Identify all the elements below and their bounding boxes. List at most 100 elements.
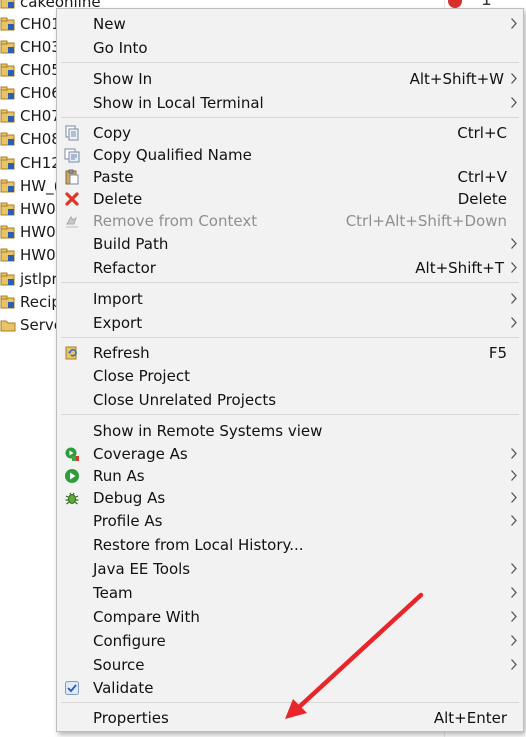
menu-item-refresh[interactable]: Refresh F5 <box>57 341 523 365</box>
tree-item-label: CH01 <box>20 15 61 33</box>
menu-item-export[interactable]: Export <box>57 311 523 335</box>
menu-item-label: Team <box>93 584 133 602</box>
menu-item-source[interactable]: Source <box>57 653 523 677</box>
menu-item-label: New <box>93 15 126 33</box>
menu-item-copy-qualified-name[interactable]: Copy Qualified Name <box>57 143 523 167</box>
menu-item-copy[interactable]: Copy Ctrl+C <box>57 121 523 145</box>
tree-item-recip[interactable]: Recip <box>0 291 61 313</box>
tree-item-label: CH03 <box>20 38 61 56</box>
tree-item-ch01[interactable]: CH01 <box>0 13 61 35</box>
menu-item-label: Show in Local Terminal <box>93 94 264 112</box>
menu-item-label: Copy <box>93 124 132 142</box>
menu-item-label: Copy Qualified Name <box>93 146 252 164</box>
project-icon <box>0 202 15 216</box>
menu-item-label: Run As <box>93 467 145 485</box>
project-icon <box>0 272 15 286</box>
run-icon <box>65 469 79 483</box>
project-icon <box>0 179 15 193</box>
tree-item-hw[interactable]: HW_( <box>0 175 59 197</box>
tree-item-ch08[interactable]: CH08 <box>0 128 61 150</box>
project-icon <box>0 132 15 146</box>
project-icon <box>0 86 15 100</box>
menu-item-shortcut: Alt+Enter <box>433 709 507 727</box>
chevron-right-icon <box>511 448 517 459</box>
project-icon <box>0 225 15 239</box>
menu-item-java-ee-tools[interactable]: Java EE Tools <box>57 557 523 581</box>
menu-item-label: Restore from Local History... <box>93 536 304 554</box>
menu-separator <box>61 282 519 283</box>
menu-item-label: Profile As <box>93 512 163 530</box>
menu-item-import[interactable]: Import <box>57 287 523 311</box>
menu-item-show-in-local-terminal[interactable]: Show in Local Terminal <box>57 91 523 115</box>
tree-item-ch07[interactable]: CH07 <box>0 105 61 127</box>
menu-item-shortcut: Ctrl+C <box>457 124 507 142</box>
tree-item-hw0-c[interactable]: HW0 <box>0 244 56 266</box>
chevron-right-icon <box>511 262 517 273</box>
menu-item-shortcut: F5 <box>488 344 507 362</box>
menu-item-profile-as[interactable]: Profile As <box>57 509 523 533</box>
tree-item-label: jstlpr <box>20 270 58 288</box>
menu-item-restore-from-local-history[interactable]: Restore from Local History... <box>57 533 523 557</box>
remove-from-context-icon <box>66 216 78 228</box>
eclipse-workspace: cakeonline CH01 CH03 CH05 CH06 CH07 CH08 <box>0 0 526 737</box>
menu-item-shortcut: Alt+Shift+T <box>415 259 504 277</box>
menu-item-paste[interactable]: Paste Ctrl+V <box>57 165 523 189</box>
tree-item-label: HW0 <box>20 246 56 264</box>
menu-item-show-in-remote-systems-view[interactable]: Show in Remote Systems view <box>57 419 523 443</box>
menu-item-refactor[interactable]: Refactor Alt+Shift+T <box>57 256 523 280</box>
menu-item-validate[interactable]: Validate <box>57 676 523 700</box>
menu-item-delete[interactable]: Delete Delete <box>57 187 523 211</box>
chevron-right-icon <box>511 515 517 526</box>
tree-item-label: HW0 <box>20 200 56 218</box>
menu-item-configure[interactable]: Configure <box>57 629 523 653</box>
project-icon <box>0 156 15 170</box>
project-icon <box>0 248 15 262</box>
menu-item-label: Delete <box>93 190 143 208</box>
menu-item-close-unrelated-projects[interactable]: Close Unrelated Projects <box>57 388 523 412</box>
menu-item-label: Properties <box>93 709 169 727</box>
menu-item-remove-from-context[interactable]: Remove from Context Ctrl+Alt+Shift+Down <box>57 209 523 233</box>
tree-item-ch06[interactable]: CH06 <box>0 82 61 104</box>
tree-item-hw0-a[interactable]: HW0 <box>0 198 56 220</box>
menu-item-run-as[interactable]: Run As <box>57 464 523 488</box>
menu-item-label: Go Into <box>93 39 148 57</box>
tree-item-ch12[interactable]: CH12 <box>0 152 61 174</box>
menu-item-new[interactable]: New <box>57 12 523 36</box>
menu-item-label: Close Unrelated Projects <box>93 391 277 409</box>
tree-item-label: CH07 <box>20 107 61 125</box>
error-icon <box>448 0 462 8</box>
menu-item-label: Source <box>93 656 145 674</box>
menu-item-label: Remove from Context <box>93 212 258 230</box>
tree-item-servers[interactable]: Serve <box>0 314 63 336</box>
chevron-right-icon <box>511 587 517 598</box>
menu-item-team[interactable]: Team <box>57 581 523 605</box>
chevron-right-icon <box>511 470 517 481</box>
menu-item-coverage-as[interactable]: Coverage As <box>57 442 523 466</box>
project-icon <box>0 0 15 9</box>
menu-item-build-path[interactable]: Build Path <box>57 232 523 256</box>
chevron-right-icon <box>511 563 517 574</box>
menu-item-go-into[interactable]: Go Into <box>57 36 523 60</box>
coverage-icon <box>65 447 79 461</box>
tree-item-ch03[interactable]: CH03 <box>0 36 61 58</box>
menu-item-debug-as[interactable]: Debug As <box>57 486 523 510</box>
tree-item-hw0-b[interactable]: HW0 <box>0 221 56 243</box>
menu-item-label: Paste <box>93 168 134 186</box>
menu-item-close-project[interactable]: Close Project <box>57 364 523 388</box>
menu-item-show-in[interactable]: Show In Alt+Shift+W <box>57 67 523 91</box>
menu-item-shortcut: Ctrl+V <box>457 168 507 186</box>
copy-qualified-name-icon <box>64 148 80 163</box>
project-icon <box>0 40 15 54</box>
menu-item-properties[interactable]: Properties Alt+Enter <box>57 706 523 730</box>
menu-separator <box>61 337 519 338</box>
chevron-right-icon <box>511 635 517 646</box>
menu-item-label: Close Project <box>93 367 190 385</box>
paste-icon <box>65 169 79 185</box>
validate-check-icon <box>65 681 79 695</box>
tree-item-ch05[interactable]: CH05 <box>0 59 61 81</box>
menu-item-compare-with[interactable]: Compare With <box>57 605 523 629</box>
chevron-right-icon <box>511 97 517 108</box>
chevron-right-icon <box>511 659 517 670</box>
tree-item-jstlpr[interactable]: jstlpr <box>0 268 58 290</box>
menu-item-label: Configure <box>93 632 166 650</box>
